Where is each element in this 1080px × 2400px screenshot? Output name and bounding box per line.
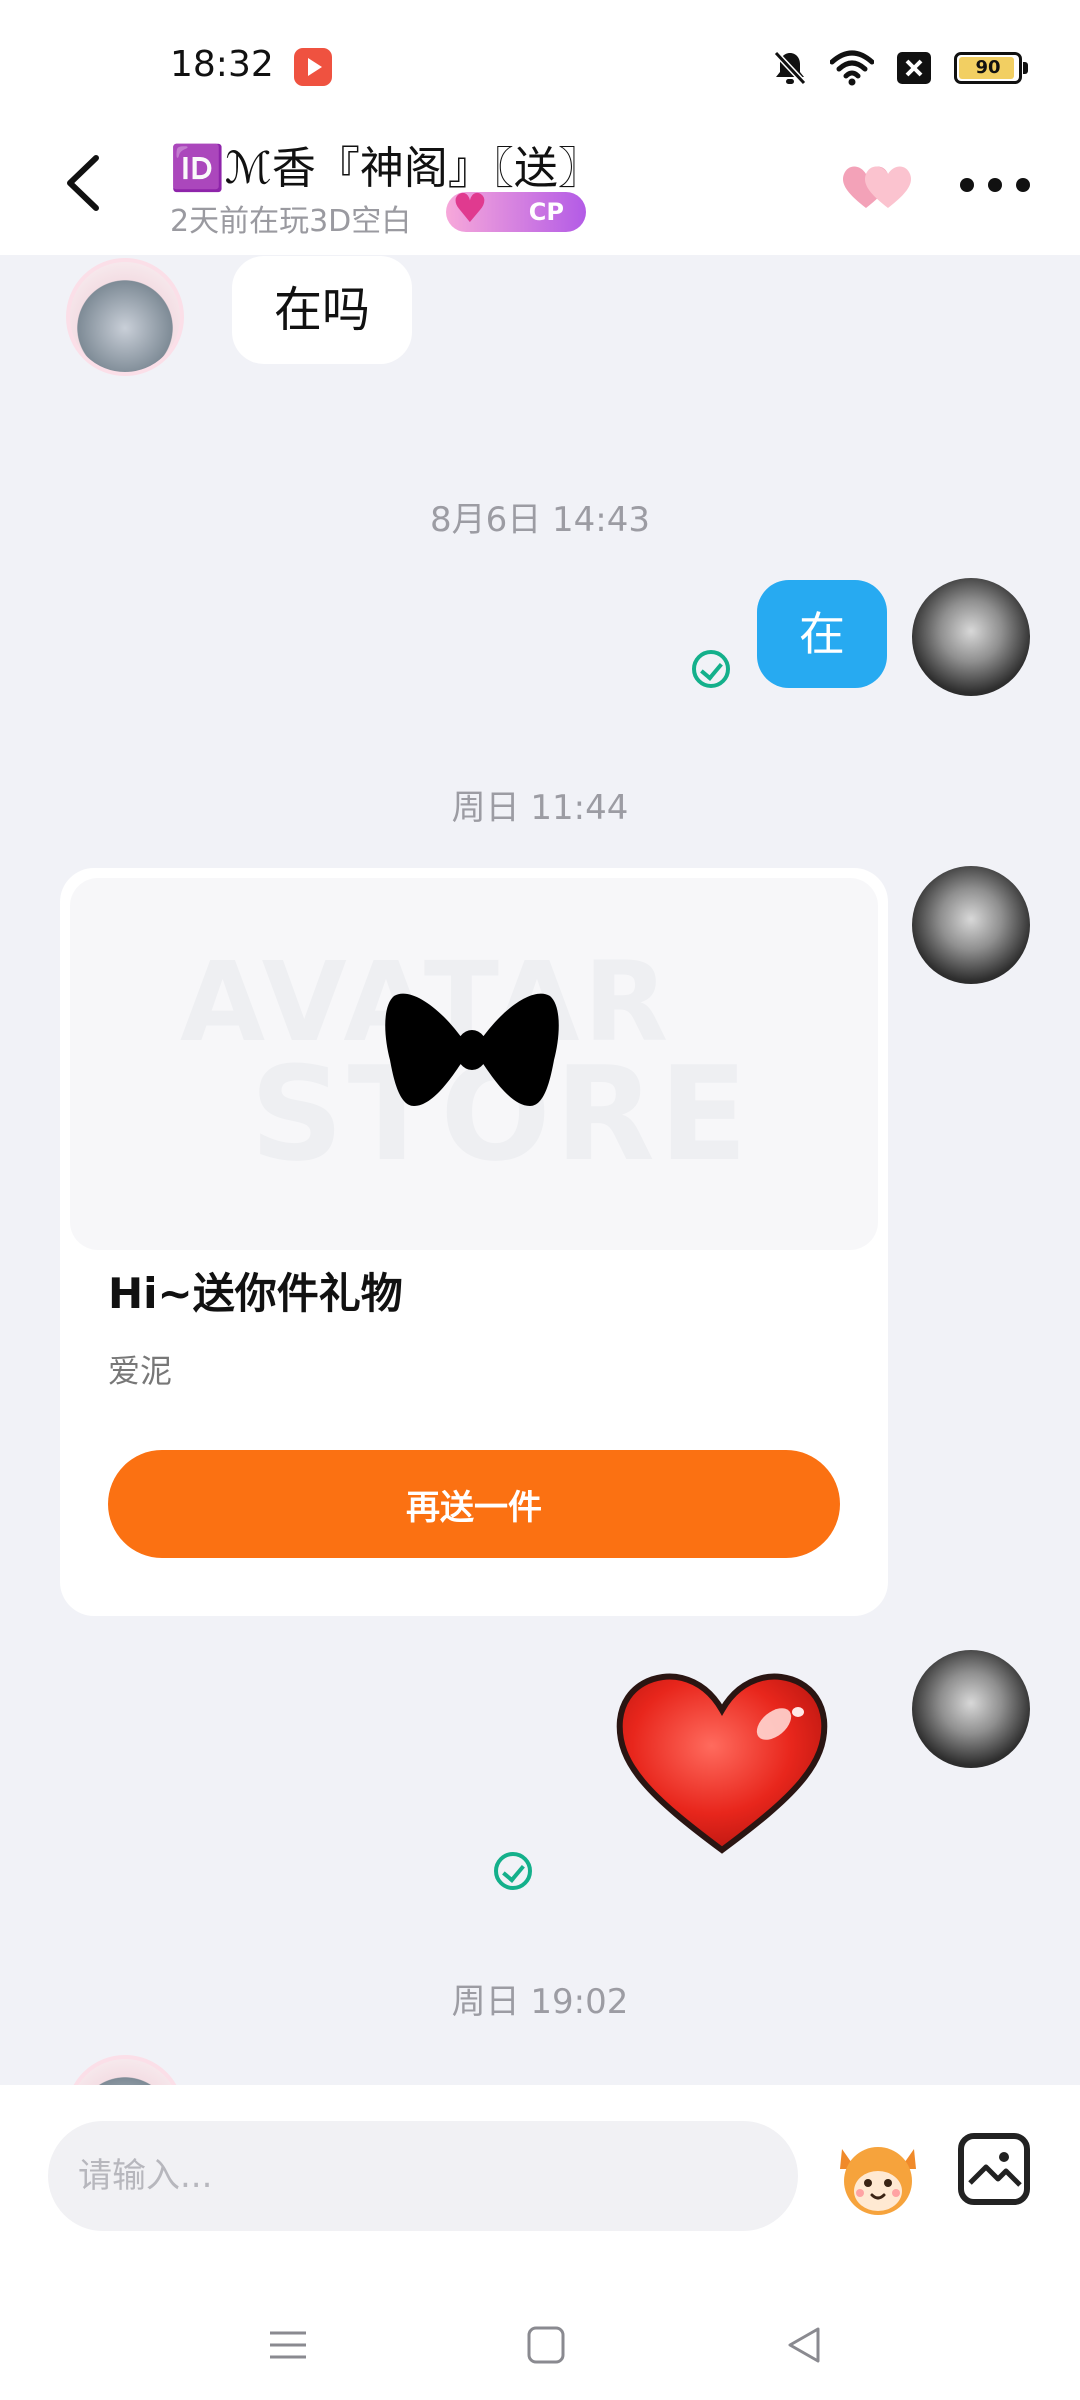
red-app-notification-icon	[294, 48, 332, 86]
intimacy-hearts-icon[interactable]	[838, 156, 918, 216]
my-avatar[interactable]	[912, 578, 1030, 696]
image-icon	[968, 2152, 1022, 2187]
sim-x-icon	[897, 52, 931, 84]
gift-sender: 爱泥	[108, 1352, 173, 1390]
image-picker-button[interactable]	[958, 2133, 1030, 2205]
input-bar: 请输入...	[0, 2085, 1080, 2400]
heart-sticker[interactable]	[612, 1668, 832, 1858]
read-check-icon	[494, 1852, 532, 1890]
status-icons: 90	[772, 48, 1028, 88]
cp-heart-icon: ♥	[452, 186, 488, 232]
bow-icon	[385, 993, 559, 1106]
message-bubble-incoming[interactable]: 在吗	[232, 256, 413, 364]
gift-image: AVATAR STORE	[70, 878, 878, 1250]
contact-name[interactable]: 🆔ℳ香『神阁』〖送〗	[170, 132, 602, 196]
partial-next-message	[0, 2055, 1080, 2085]
message-bubble-outgoing[interactable]: 在	[757, 580, 887, 688]
status-time: 18:32	[170, 44, 274, 85]
system-nav-bar	[0, 2305, 1080, 2385]
send-again-button[interactable]: 再送一件	[108, 1450, 840, 1558]
timestamp: 8月6日 14:43	[429, 500, 651, 540]
read-check-icon	[692, 650, 730, 688]
back-button[interactable]	[56, 148, 116, 218]
timestamp: 周日 11:44	[451, 788, 629, 828]
my-avatar[interactable]	[912, 866, 1030, 984]
more-dot-icon	[988, 178, 1002, 192]
battery-icon: 90	[954, 52, 1028, 84]
back-triangle-icon[interactable]	[784, 2325, 824, 2365]
contact-avatar[interactable]	[66, 258, 184, 376]
gift-card[interactable]: AVATAR STORE Hi~送你件礼物 爱泥 再送一件	[60, 868, 888, 1616]
contact-avatar[interactable]	[66, 2055, 184, 2085]
chevron-left-icon	[67, 155, 99, 211]
status-bar: 18:32 90	[0, 0, 1080, 120]
more-options-button[interactable]	[960, 160, 1030, 210]
home-square-icon[interactable]	[526, 2325, 566, 2365]
more-dot-icon	[1016, 178, 1030, 192]
battery-level: 90	[975, 57, 1001, 78]
chat-header: 🆔ℳ香『神阁』〖送〗 2天前在玩3D空白 ♥ CP	[0, 120, 1080, 255]
menu-lines-icon[interactable]	[268, 2325, 308, 2365]
sticker-mascot-icon[interactable]	[832, 2129, 924, 2221]
my-avatar[interactable]	[912, 1650, 1030, 1768]
timestamp: 周日 19:02	[451, 1982, 629, 2022]
wifi-icon	[830, 50, 874, 86]
more-dot-icon	[960, 178, 974, 192]
cp-badge-label: CP	[528, 198, 564, 226]
contact-status: 2天前在玩3D空白	[170, 204, 412, 239]
gift-title: Hi~送你件礼物	[108, 1269, 403, 1318]
cp-badge[interactable]: ♥ CP	[446, 186, 586, 232]
message-input[interactable]: 请输入...	[48, 2121, 798, 2231]
mute-bell-icon	[773, 50, 807, 86]
